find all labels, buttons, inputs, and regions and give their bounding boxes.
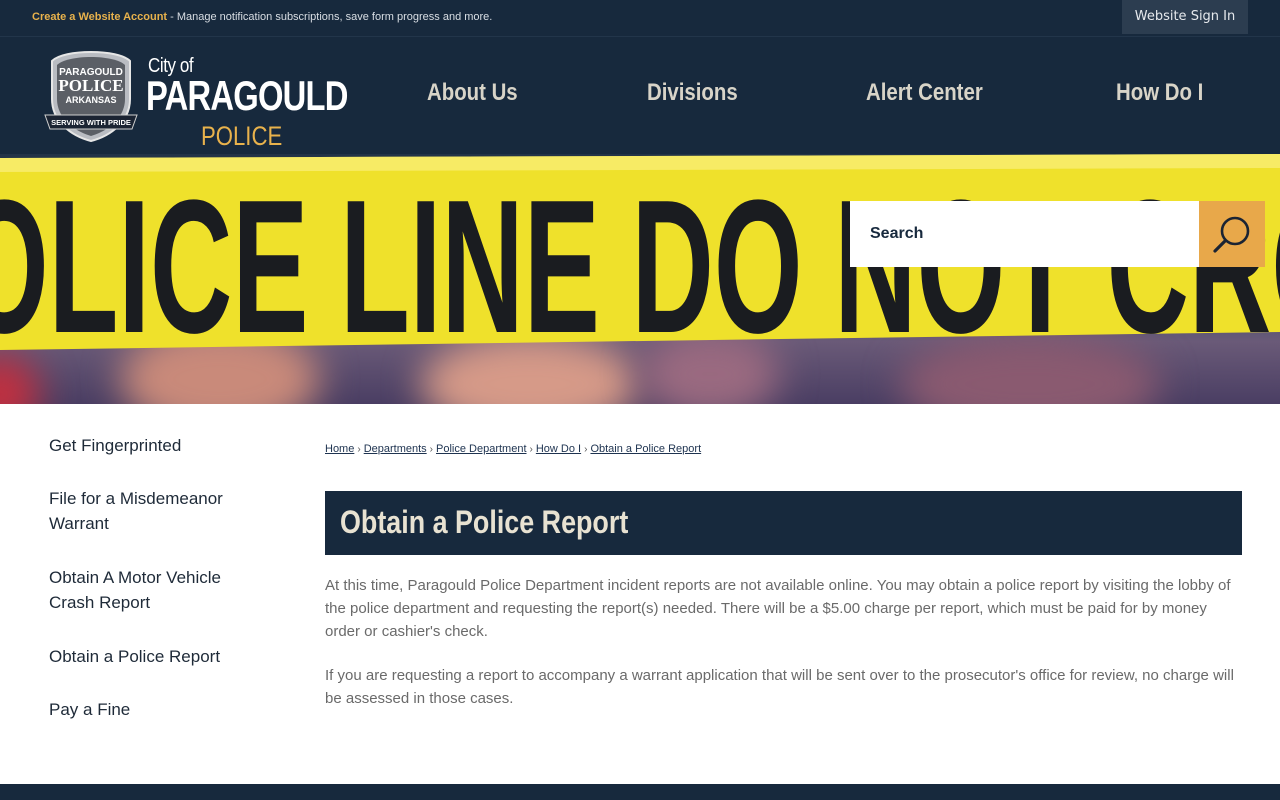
breadcrumb-police-department[interactable]: Police Department — [436, 443, 527, 455]
badge-line-3: ARKANSAS — [65, 95, 116, 105]
logo-department: POLICE — [201, 121, 283, 151]
site-search — [850, 201, 1265, 267]
police-tape: OLICE LINE DO NOT CRO — [0, 154, 1280, 373]
police-badge-icon: PARAGOULD POLICE ARKANSAS SERVING WITH P… — [44, 50, 138, 143]
breadcrumb: Home › Departments › Police Department › How D… — [325, 443, 701, 455]
account-notice: Create a Website Account - Manage notifi… — [32, 11, 492, 23]
sidebar-item-get-fingerprinted[interactable]: Get Fingerprinted — [49, 433, 259, 458]
breadcrumb-home[interactable]: Home — [325, 443, 354, 455]
content-paragraph-1: At this time, Paragould Police Departmen… — [325, 577, 1231, 640]
breadcrumb-how-do-i[interactable]: How Do I — [536, 443, 581, 455]
magnifier-icon — [1213, 216, 1250, 253]
badge-line-2: POLICE — [58, 76, 123, 95]
page-title-banner: Obtain a Police Report — [325, 491, 1242, 555]
badge-motto: SERVING WITH PRIDE — [51, 118, 131, 127]
page-content: At this time, Paragould Police Departmen… — [325, 574, 1242, 731]
nav-how-do-i[interactable]: How Do I — [1116, 79, 1203, 107]
sidebar-item-pay-a-fine[interactable]: Pay a Fine — [49, 697, 259, 722]
breadcrumb-separator-icon: › — [584, 444, 588, 455]
sidebar-item-misdemeanor-warrant[interactable]: File for a Misdemeanor Warrant — [49, 486, 259, 536]
breadcrumb-separator-icon: › — [429, 444, 434, 455]
search-button[interactable] — [1199, 201, 1265, 267]
nav-divisions[interactable]: Divisions — [647, 79, 738, 107]
site-header: PARAGOULD POLICE ARKANSAS SERVING WITH P… — [0, 36, 1280, 154]
nav-alert-center[interactable]: Alert Center — [866, 79, 983, 107]
website-sign-in-button[interactable]: Website Sign In — [1122, 0, 1248, 34]
site-logo[interactable]: PARAGOULD POLICE ARKANSAS SERVING WITH P… — [34, 47, 348, 151]
hero-banner: OLICE LINE DO NOT CRO — [0, 154, 1280, 404]
breadcrumb-current[interactable]: Obtain a Police Report — [590, 443, 701, 455]
utility-bar: Create a Website Account - Manage notifi… — [0, 0, 1280, 36]
page-title: Obtain a Police Report — [340, 504, 629, 540]
breadcrumb-separator-icon: › — [529, 444, 533, 455]
sidebar-item-crash-report[interactable]: Obtain A Motor Vehicle Crash Report — [49, 565, 259, 615]
logo-city-name: PARAGOULD — [146, 72, 348, 119]
police-tape-text: OLICE LINE DO NOT CRO — [0, 161, 1280, 373]
sidebar-item-police-report[interactable]: Obtain a Police Report — [49, 644, 259, 669]
content-paragraph-2: If you are requesting a report to accomp… — [325, 667, 1234, 707]
breadcrumb-separator-icon: › — [357, 444, 361, 455]
account-notice-text: - Manage notification subscriptions, sav… — [167, 11, 493, 23]
breadcrumb-departments[interactable]: Departments — [364, 443, 427, 455]
site-footer — [0, 784, 1280, 800]
create-account-link[interactable]: Create a Website Account — [32, 11, 167, 23]
nav-about-us[interactable]: About Us — [427, 79, 518, 107]
search-input[interactable] — [850, 201, 1199, 267]
